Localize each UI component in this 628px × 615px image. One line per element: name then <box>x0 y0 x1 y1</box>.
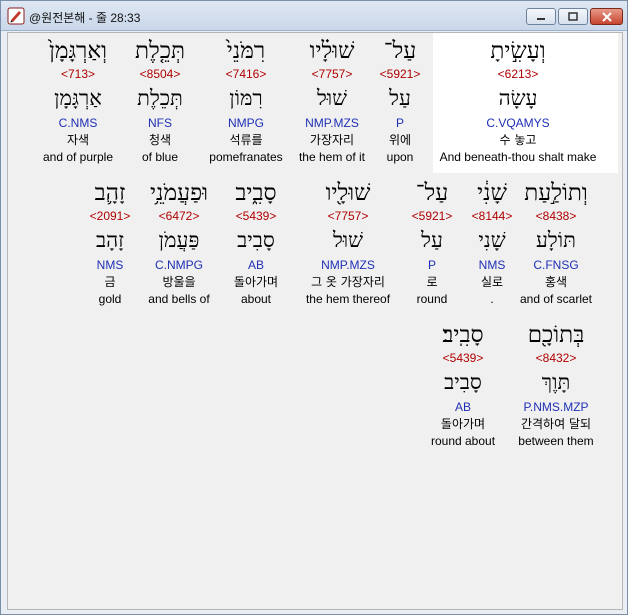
maximize-icon <box>568 11 578 21</box>
word-cell[interactable]: סָבִֽיב׃ <5439> סָבִיב AB 돌아가며 round about <box>373 321 553 448</box>
window-title: @원전본해 - 줄 28:33 <box>29 11 141 25</box>
minimize-icon <box>537 17 545 20</box>
english-gloss: and of purple <box>42 150 114 164</box>
strong-number: <5439> <box>442 351 484 365</box>
close-button[interactable] <box>590 8 623 25</box>
app-window: @원전본해 - 줄 28:33 וְעָשִׂ֣יתָ <6213> עָשָׂה C… <box>0 0 628 615</box>
maximize-button[interactable] <box>558 8 588 25</box>
hebrew-root: אַרְגָּמָן <box>54 86 102 110</box>
strong-number: <713> <box>60 67 96 81</box>
word-cell[interactable]: זָהָ֛ב <2091> זָהָב NMS 금 gold <box>20 179 200 306</box>
app-pencil-icon <box>7 7 25 25</box>
hebrew-root: סָבִיב <box>444 370 482 394</box>
word-cell[interactable]: וְאַרְגָּמָן֙ <713> אַרְגָּמָן C.NMS 자색 and o… <box>0 37 168 164</box>
korean-gloss: 자색 <box>66 133 90 147</box>
close-icon <box>601 11 612 22</box>
english-gloss: gold <box>98 292 122 306</box>
hebrew-word: זָהָ֛ב <box>94 180 126 206</box>
title-bar[interactable]: @원전본해 - 줄 28:33 <box>1 1 627 31</box>
strong-number: <2091> <box>89 209 131 223</box>
hebrew-root: זָהָב <box>95 228 125 252</box>
morphology-code: AB <box>454 400 471 414</box>
morphology-code: C.NMS <box>58 116 98 130</box>
hebrew-word: סָבִֽיב׃ <box>442 322 484 348</box>
interlinear-view[interactable]: וְעָשִׂ֣יתָ <6213> עָשָׂה C.VQAMYS 수 놓고 And b… <box>7 32 623 610</box>
morphology-code: NMS <box>96 258 124 272</box>
korean-gloss: 금 <box>104 275 116 289</box>
english-gloss: round about <box>430 434 496 448</box>
hebrew-word: וְאַרְגָּמָן֙ <box>48 38 108 64</box>
korean-gloss: 돌아가며 <box>440 417 486 431</box>
minimize-button[interactable] <box>526 8 556 25</box>
